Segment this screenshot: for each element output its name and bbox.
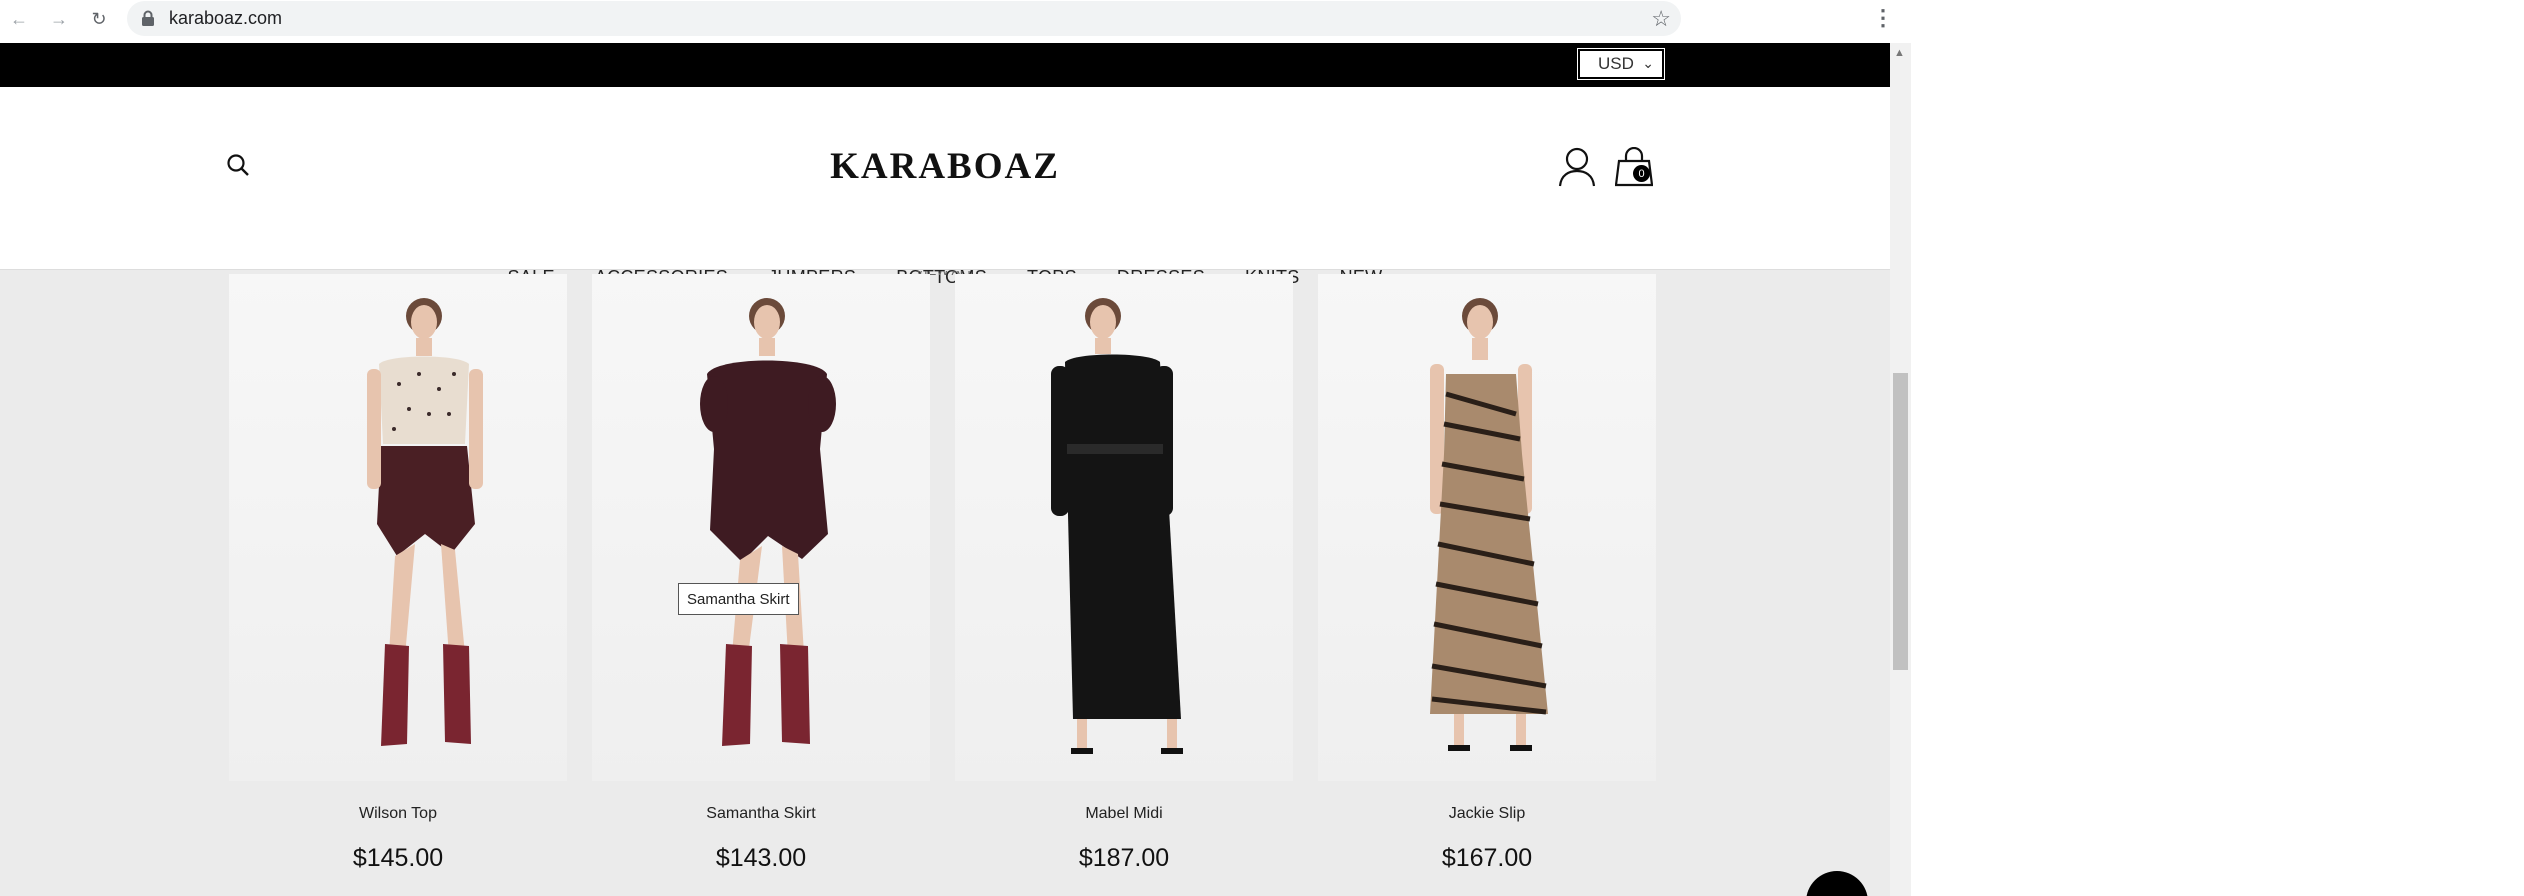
cart-count-badge: 0	[1633, 165, 1650, 182]
site-logo[interactable]: KARABOAZ	[0, 145, 1890, 188]
announcement-bar: USD ⌄	[0, 43, 1890, 87]
image-tooltip: Samantha Skirt	[678, 583, 799, 615]
model-photo	[1051, 298, 1183, 754]
browser-toolbar: ← → ↻ karaboaz.com ☆ ⋮	[0, 0, 2524, 43]
back-icon[interactable]: ←	[8, 6, 30, 32]
product-price: $143.00	[715, 844, 807, 872]
site-header: KARABOAZ 0 SALE ACCESSORIES JUMPERS BOTT…	[0, 87, 1890, 287]
page-scrollbar[interactable]: ▲	[1890, 43, 1911, 896]
product-image[interactable]	[229, 274, 567, 781]
currency-selector[interactable]: USD ⌄	[1578, 49, 1664, 79]
product-image[interactable]	[1318, 274, 1656, 781]
browser-menu-icon[interactable]: ⋮	[1872, 5, 1894, 31]
product-name[interactable]: Mabel Midi	[955, 805, 1293, 823]
url-text: karaboaz.com	[169, 8, 283, 28]
model-photo	[367, 298, 483, 746]
product-card[interactable]: Mabel Midi $187.00	[955, 274, 1293, 872]
currency-value: USD	[1598, 54, 1634, 73]
model-photo	[1430, 298, 1548, 751]
page-viewport: USD ⌄ KARABOAZ 0 SALE ACCESSORIES JUMPER…	[0, 43, 1890, 896]
product-card[interactable]: Wilson Top $145.00	[229, 274, 567, 872]
scroll-thumb[interactable]	[1893, 373, 1908, 670]
scroll-up-arrow-icon[interactable]: ▲	[1894, 47, 1905, 59]
reload-icon[interactable]: ↻	[88, 6, 110, 32]
address-bar[interactable]: karaboaz.com ☆	[127, 1, 1681, 36]
chat-widget-button[interactable]	[1806, 871, 1868, 896]
product-card[interactable]: Jackie Slip $167.00	[1318, 274, 1656, 872]
product-name[interactable]: Wilson Top	[229, 805, 567, 823]
product-name[interactable]: Jackie Slip	[1318, 805, 1656, 823]
blank-area	[1911, 43, 2524, 896]
product-image[interactable]	[955, 274, 1293, 781]
model-photo	[700, 298, 836, 746]
bookmark-star-icon[interactable]: ☆	[1651, 6, 1671, 32]
lock-icon	[142, 10, 154, 26]
product-card[interactable]: Samantha Skirt $143.00	[592, 274, 930, 872]
product-price: $167.00	[1441, 844, 1533, 872]
product-image[interactable]	[592, 274, 930, 781]
product-price: $187.00	[1078, 844, 1170, 872]
account-icon[interactable]	[1558, 147, 1596, 187]
product-price: $145.00	[352, 844, 444, 872]
forward-icon[interactable]: →	[48, 6, 70, 32]
chevron-down-icon: ⌄	[1642, 55, 1654, 71]
product-name[interactable]: Samantha Skirt	[592, 805, 930, 823]
